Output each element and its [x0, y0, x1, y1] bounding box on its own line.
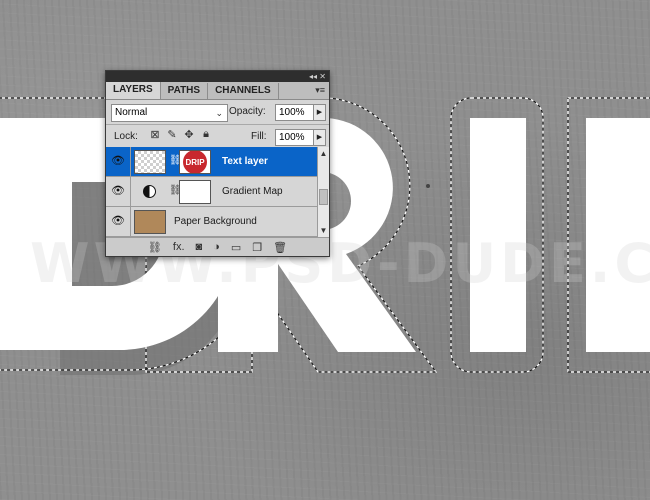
- fx-icon[interactable]: fx.: [173, 241, 185, 253]
- layers-panel: ◂◂ ✕ LAYERS PATHS CHANNELS ▾≡ Normal ⌄ O…: [105, 70, 330, 257]
- lock-label: Lock:: [114, 131, 138, 142]
- tab-channels[interactable]: CHANNELS: [208, 83, 279, 99]
- close-icon[interactable]: ✕: [319, 71, 326, 82]
- blend-mode-select[interactable]: Normal ⌄: [111, 104, 228, 122]
- layer-thumbnail: [134, 210, 166, 234]
- lock-move-icon[interactable]: ✥: [183, 128, 195, 141]
- link-icon[interactable]: ⛓︎: [148, 241, 162, 254]
- lock-fill-row: Lock: ⊠ ✎ ✥ 🔒︎ Fill: 100% ▶: [111, 128, 326, 147]
- layer-name: Text layer: [222, 156, 268, 167]
- layer-name: Paper Background: [174, 216, 257, 227]
- mask-badge-icon: DRIP: [183, 150, 207, 174]
- tab-layers[interactable]: LAYERS: [106, 82, 161, 99]
- panel-titlebar[interactable]: ◂◂ ✕: [106, 71, 329, 82]
- blend-opacity-row: Normal ⌄ Opacity: 100% ▶: [111, 104, 326, 122]
- visibility-eye-icon[interactable]: 👁︎: [106, 207, 131, 236]
- visibility-eye-icon[interactable]: 👁︎: [106, 177, 131, 206]
- layer-row-gradient-map[interactable]: 👁︎ ⛓︎ Gradient Map: [106, 177, 317, 207]
- mask-icon[interactable]: ◙: [196, 241, 203, 253]
- visibility-eye-icon[interactable]: 👁︎: [106, 147, 131, 176]
- double-chevron-left-icon[interactable]: ◂◂: [309, 71, 317, 82]
- layer-row-paper-background[interactable]: 👁︎ Paper Background: [106, 207, 317, 237]
- fill-label: Fill:: [251, 131, 267, 142]
- lock-transparent-icon[interactable]: ⊠: [149, 128, 161, 141]
- adjustment-layer-icon: [143, 185, 156, 198]
- opacity-label: Opacity:: [229, 106, 266, 117]
- panel-bottom-toolbar: ⛓︎ fx. ◙ ◑ ▭ ❐ 🗑︎: [106, 237, 329, 256]
- group-folder-icon[interactable]: ▭: [231, 241, 241, 254]
- mask-badge-text: DRIP: [185, 158, 205, 167]
- mask-thumbnail[interactable]: [179, 180, 211, 204]
- fill-input[interactable]: 100%: [275, 129, 316, 146]
- panel-tabs: LAYERS PATHS CHANNELS ▾≡: [106, 82, 329, 100]
- trash-icon[interactable]: 🗑︎: [273, 241, 287, 254]
- opacity-arrow-icon[interactable]: ▶: [313, 104, 326, 121]
- layers-list: 👁︎ ⛓︎ DRIP Text layer 👁︎ ⛓︎ Gradient Map…: [106, 147, 317, 237]
- blend-mode-value: Normal: [115, 107, 148, 118]
- layers-scrollbar[interactable]: ▲ ▼: [317, 147, 329, 237]
- new-layer-icon[interactable]: ❐: [252, 241, 262, 254]
- layer-thumbnail: [134, 150, 166, 174]
- lock-paint-brush-icon[interactable]: ✎: [166, 128, 178, 141]
- panel-menu-icon[interactable]: ▾≡: [315, 85, 325, 96]
- mask-thumbnail[interactable]: DRIP: [179, 150, 211, 174]
- adjustment-icon[interactable]: ◑: [213, 241, 220, 253]
- scroll-down-icon[interactable]: ▼: [318, 226, 329, 235]
- layer-row-text[interactable]: 👁︎ ⛓︎ DRIP Text layer: [106, 147, 317, 177]
- opacity-input[interactable]: 100%: [275, 104, 316, 121]
- lock-all-icon[interactable]: 🔒︎: [200, 128, 212, 141]
- divider: [106, 124, 329, 125]
- layer-name: Gradient Map: [222, 186, 283, 197]
- scroll-up-icon[interactable]: ▲: [318, 149, 329, 158]
- fill-arrow-icon[interactable]: ▶: [313, 129, 326, 146]
- lock-icons: ⊠ ✎ ✥ 🔒︎: [149, 128, 212, 141]
- scroll-thumb[interactable]: [319, 189, 328, 205]
- chevron-down-icon: ⌄: [215, 108, 223, 118]
- tab-paths[interactable]: PATHS: [161, 83, 209, 99]
